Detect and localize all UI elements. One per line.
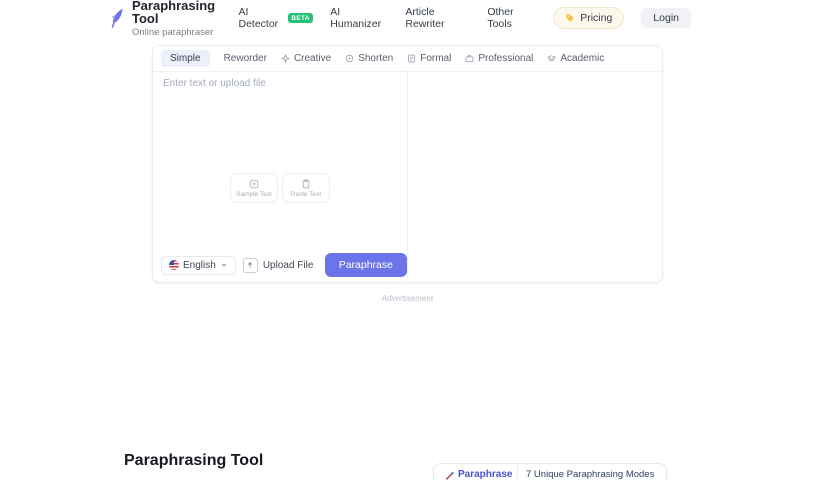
tab-formal[interactable]: Formal (407, 50, 451, 67)
clipboard-icon (301, 178, 311, 189)
briefcase-icon (465, 54, 474, 63)
output-pane (408, 70, 662, 282)
login-button[interactable]: Login (641, 8, 691, 28)
graduation-cap-icon (547, 54, 557, 63)
feature-card: Paraphrase 7 Unique Paraphrasing Modes (433, 463, 667, 480)
document-icon (407, 54, 416, 63)
sample-text-button[interactable]: Sample Text (230, 173, 278, 203)
text-input[interactable] (163, 78, 393, 148)
top-nav: AI Detector BETA AI Humanizer Article Re… (238, 6, 691, 30)
tab-shorten[interactable]: Shorten (345, 50, 393, 67)
tab-creative[interactable]: Creative (280, 50, 331, 67)
header: Paraphrasing Tool Online paraphraser AI … (110, 0, 691, 38)
logo[interactable]: Paraphrasing Tool Online paraphraser (110, 0, 238, 38)
nav-other-tools[interactable]: Other Tools (487, 6, 536, 30)
tag-icon (565, 13, 575, 23)
editor-toolbar: English Upload File Paraphrase (161, 253, 407, 277)
paraphraser-card: Simple Reworder Creative Shorten Formal … (152, 45, 663, 283)
chevron-down-icon (220, 261, 228, 269)
nav-article-rewriter[interactable]: Article Rewriter (405, 6, 470, 30)
pen-icon (444, 470, 454, 480)
diamond-icon (280, 54, 290, 63)
tab-professional[interactable]: Professional (465, 50, 533, 67)
nav-ai-humanizer[interactable]: AI Humanizer (330, 6, 388, 30)
input-pane: Sample Text Paste Text English (153, 70, 407, 282)
upload-file-button[interactable]: Upload File (242, 257, 313, 273)
upload-icon (242, 257, 258, 273)
feature-tab-paraphrase[interactable]: Paraphrase (434, 464, 517, 480)
compress-icon (345, 54, 354, 63)
app-subtitle: Online paraphraser (132, 26, 214, 38)
quick-actions: Sample Text Paste Text (153, 173, 407, 203)
mode-tabbar: Simple Reworder Creative Shorten Formal … (153, 46, 662, 72)
paraphrase-button[interactable]: Paraphrase (324, 253, 407, 277)
tab-academic[interactable]: Academic (547, 50, 604, 67)
tab-reworder[interactable]: Reworder (224, 50, 267, 67)
pricing-button[interactable]: Pricing (553, 7, 625, 29)
language-selector[interactable]: English (161, 255, 236, 275)
plus-square-icon (249, 179, 259, 189)
quill-logo-icon (110, 8, 125, 28)
page-title: Paraphrasing Tool (124, 452, 264, 469)
paraphrasing-tool-page: Paraphrasing Tool Online paraphraser AI … (0, 0, 815, 480)
advertisement-label: Advertisement (381, 294, 434, 303)
us-flag-icon (169, 260, 179, 270)
nav-ai-detector[interactable]: AI Detector BETA (238, 6, 314, 30)
tab-simple[interactable]: Simple (161, 50, 210, 67)
app-title: Paraphrasing Tool (132, 0, 216, 26)
feature-headline: 7 Unique Paraphrasing Modes (526, 469, 655, 480)
paste-text-button[interactable]: Paste Text (282, 173, 330, 203)
beta-badge: BETA (287, 13, 314, 23)
